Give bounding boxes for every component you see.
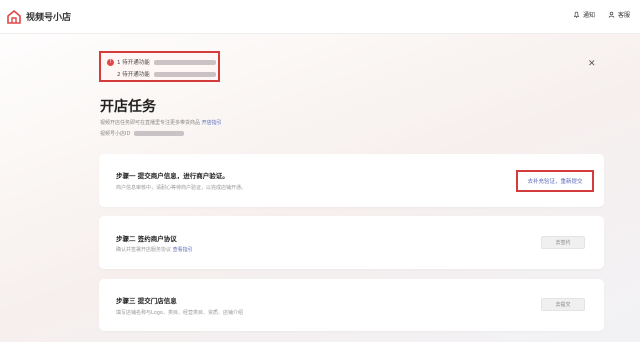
shop-logo-icon[interactable] — [6, 9, 22, 25]
view-guide-link[interactable]: 查看指引 — [173, 247, 193, 253]
top-bar: 视频号小店 通知 客服 — [0, 0, 640, 34]
bell-icon — [573, 11, 580, 18]
notice-row-2-label: 2 待开通功能 — [117, 72, 150, 78]
submit-store-info-button[interactable]: 去提交 — [541, 298, 585, 311]
redacted-text — [134, 131, 185, 136]
page-title: 开店任务 — [100, 99, 156, 115]
task-desc: 确认并签署开店服务协议 — [116, 247, 172, 253]
user-menu[interactable]: 客服 — [608, 10, 630, 19]
task-card-step3: 步骤三 提交门店信息 填写店铺名称与Logo、类目、经营类目、资质、店铺介绍 去… — [99, 279, 604, 331]
task-desc: 填写店铺名称与Logo、类目、经营类目、资质、店铺介绍 — [116, 310, 243, 316]
notify-button[interactable]: 通知 — [573, 10, 595, 19]
sign-agreement-button[interactable]: 去签约 — [541, 236, 585, 249]
task-desc: 商户信息审核中，请耐心等待商户验证，以完成店铺开通。 — [116, 185, 247, 191]
redacted-text — [153, 71, 216, 77]
task-title: 步骤三 提交门店信息 — [116, 297, 177, 305]
task-desc-row: 确认并签署开店服务协议 查看指引 — [116, 246, 193, 253]
task-card-step1: 步骤一 提交商户信息，进行商户验证。 商户信息审核中，请耐心等待商户验证，以完成… — [99, 154, 604, 207]
notice-row-2: 2 待开通功能 — [117, 70, 216, 78]
intro-description: 视频开店任务即可在直播里专注更多带货商品 — [100, 120, 201, 126]
intro-text: 视频开店任务即可在直播里专注更多带货商品 开店指引 — [100, 119, 222, 126]
shop-id: 视频号小店ID — [100, 130, 185, 137]
task-title: 步骤一 提交商户信息，进行商户验证。 — [116, 172, 229, 180]
notice-row-1-label: 1 待开通功能 — [117, 60, 150, 66]
task-card-step2: 步骤二 签约商户协议 确认并签署开店服务协议 查看指引 去签约 — [99, 216, 604, 269]
alert-icon: ! — [107, 58, 114, 66]
close-icon[interactable]: ✕ — [588, 59, 596, 69]
resubmit-verification-button[interactable]: 去补充验证，重新提交 — [516, 170, 594, 192]
app-title[interactable]: 视频号小店 — [26, 10, 71, 23]
user-icon — [608, 11, 615, 18]
guide-link[interactable]: 开店指引 — [202, 120, 222, 126]
notice-row-1: ! 1 待开通功能 — [107, 58, 216, 66]
redacted-text — [153, 59, 216, 65]
task-title: 步骤二 签约商户协议 — [116, 235, 177, 243]
shop-id-label: 视频号小店ID — [100, 131, 131, 137]
user-label: 客服 — [618, 12, 631, 19]
pending-notice: ! 1 待开通功能 2 待开通功能 — [99, 51, 220, 82]
notify-label: 通知 — [583, 12, 596, 19]
